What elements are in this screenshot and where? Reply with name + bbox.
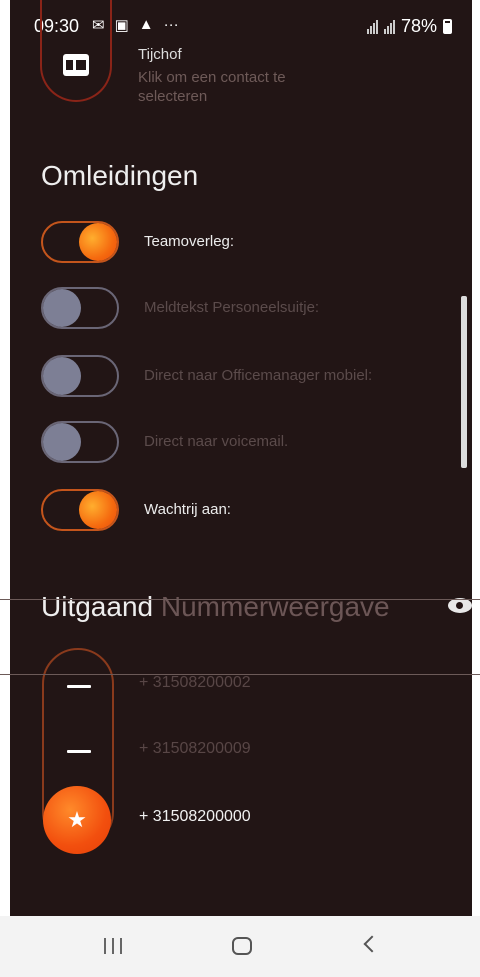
toggle-knob bbox=[79, 223, 117, 261]
diversions-heading: Omleidingen bbox=[41, 160, 199, 191]
diversion-row-voicemail: Direct naar voicemail. bbox=[41, 421, 461, 465]
star-icon[interactable]: ★ bbox=[43, 786, 111, 854]
app-screen: 09:30 ✉ ▣ ▲ ··· 78% Tijchof Klik om een … bbox=[10, 0, 472, 916]
diversion-row-teamoverleg: Teamoverleg: bbox=[41, 221, 461, 265]
toggle-knob bbox=[43, 357, 81, 395]
contact-hint: Klik om een contact te selecteren bbox=[138, 69, 286, 105]
eye-icon[interactable] bbox=[448, 598, 472, 613]
toggle-knob bbox=[43, 289, 81, 327]
diversion-label: Meldtekst Personeelsuitje: bbox=[144, 299, 320, 316]
diversion-label: Direct naar voicemail. bbox=[144, 433, 289, 450]
unselected-marker-icon bbox=[67, 685, 91, 688]
navigation-bar bbox=[0, 916, 480, 977]
diversion-toggle[interactable] bbox=[41, 489, 119, 531]
diversion-label: Wachtrij aan: bbox=[144, 501, 231, 518]
diversion-label: Direct naar Officemanager mobiel: bbox=[144, 367, 373, 384]
contact-name[interactable]: Tijchof bbox=[138, 46, 182, 63]
diversion-row-wachtrij: Wachtrij aan: bbox=[41, 489, 461, 533]
outgoing-heading: Uitgaand Nummerweergave bbox=[41, 591, 390, 623]
outgoing-heading-sub: Nummerweergave bbox=[160, 591, 390, 622]
contact-card-icon bbox=[63, 54, 89, 76]
diversion-toggle[interactable] bbox=[41, 421, 119, 463]
image-icon: ▣ bbox=[114, 17, 129, 34]
scrollbar[interactable] bbox=[461, 296, 467, 468]
divider bbox=[0, 674, 480, 675]
signal-icon bbox=[383, 19, 395, 34]
diversion-toggle[interactable] bbox=[41, 221, 119, 263]
back-icon[interactable] bbox=[363, 935, 381, 953]
divider bbox=[0, 599, 480, 600]
warning-icon: ▲ bbox=[138, 16, 154, 33]
outgoing-number[interactable]: + 31508200002 bbox=[139, 674, 251, 692]
toggle-knob bbox=[79, 491, 117, 529]
battery-icon bbox=[443, 19, 452, 34]
more-icon: ··· bbox=[163, 16, 179, 33]
home-icon[interactable] bbox=[232, 937, 252, 955]
outgoing-heading-main: Uitgaand bbox=[41, 591, 154, 622]
diversion-toggle[interactable] bbox=[41, 287, 119, 329]
toggle-knob bbox=[43, 423, 81, 461]
unselected-marker-icon bbox=[67, 750, 91, 753]
recents-icon[interactable] bbox=[104, 938, 122, 954]
battery-percent: 78% bbox=[400, 16, 437, 36]
contact-selector[interactable] bbox=[40, 0, 112, 102]
diversion-row-personeelsuitje: Meldtekst Personeelsuitje: bbox=[41, 287, 461, 331]
status-right: 78% bbox=[366, 16, 452, 37]
outgoing-number-selected[interactable]: + 31508200000 bbox=[139, 808, 251, 826]
diversion-label: Teamoverleg: bbox=[144, 233, 235, 250]
outgoing-number[interactable]: + 31508200009 bbox=[139, 740, 251, 758]
signal-icon bbox=[366, 19, 378, 34]
diversion-toggle[interactable] bbox=[41, 355, 119, 397]
diversion-row-officemanager: Direct naar Officemanager mobiel: bbox=[41, 355, 461, 399]
